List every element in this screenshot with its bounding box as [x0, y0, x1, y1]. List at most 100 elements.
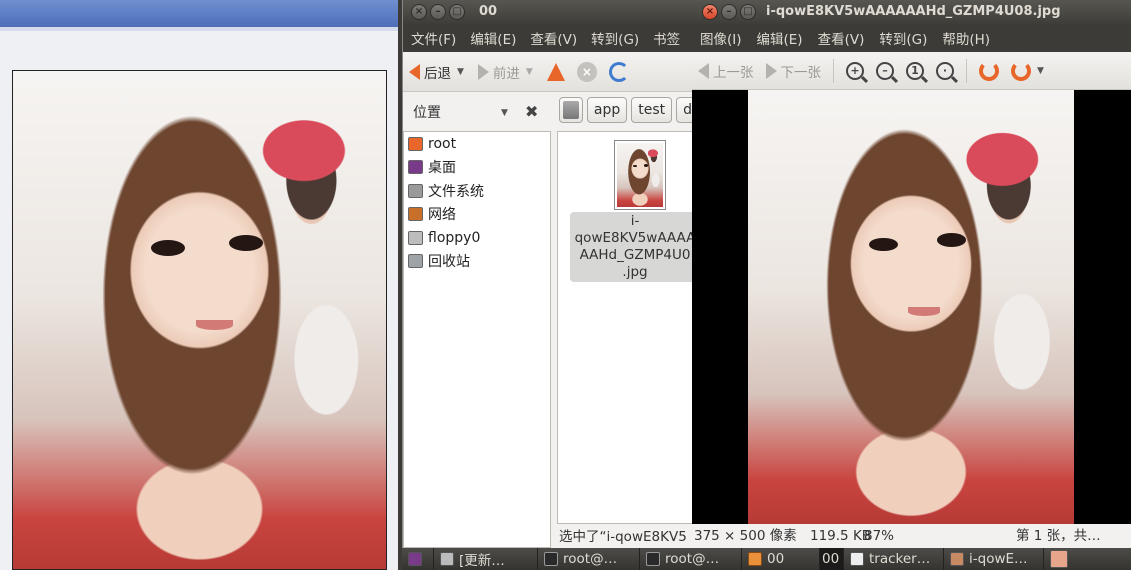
minimize-button[interactable]: –	[430, 4, 446, 20]
sidebar-item-desktop[interactable]: 桌面	[404, 156, 550, 180]
place-label: 文件系统	[428, 183, 484, 200]
file-manager-menubar: 文件(F) 编辑(E) 查看(V) 转到(G) 书签	[403, 24, 692, 52]
zoom-normal-icon: 1	[906, 61, 924, 80]
menu-edit[interactable]: 编辑(E)	[757, 28, 803, 48]
sidebar-item-network[interactable]: 网络	[404, 203, 550, 227]
menu-edit[interactable]: 编辑(E)	[470, 28, 516, 48]
taskbar-item-file-manager[interactable]: 00	[742, 548, 820, 570]
rotate-right-icon	[1011, 60, 1031, 81]
sidebar-item-root[interactable]: root	[404, 132, 550, 156]
menu-go[interactable]: 转到(G)	[879, 28, 927, 48]
places-list: root 桌面 文件系统 网络 floppy0 回收站	[403, 131, 551, 548]
displayed-image	[748, 90, 1074, 524]
zoom-normal-button[interactable]: 1	[900, 61, 930, 80]
zoom-fit-button[interactable]: ·	[930, 61, 960, 80]
file-manager-statusbar: 选中了“i-qowE8KV5	[559, 529, 687, 545]
zoom-in-button[interactable]: +	[840, 61, 870, 80]
home-icon	[408, 136, 423, 151]
sidebar-item-floppy0[interactable]: floppy0	[404, 226, 550, 250]
file-manager-window: × – □ 00 文件(F) 编辑(E) 查看(V) 转到(G) 书签 后退 ▼…	[402, 0, 699, 548]
up-button[interactable]	[541, 62, 571, 81]
taskbar-item-text-editor[interactable]: tracker…	[844, 548, 944, 570]
forward-history-dropdown-icon[interactable]: ▼	[526, 67, 533, 77]
file-manager-toolbar: 后退 ▼ 前进 ▼ ×	[403, 52, 692, 92]
sidebar-header[interactable]: 位置 ▼ ✖	[403, 93, 551, 131]
taskbar-show-desktop[interactable]	[402, 548, 434, 570]
trash-icon	[408, 254, 423, 269]
left-window-separator	[0, 27, 398, 31]
taskbar-item-label: root@…	[665, 551, 720, 567]
stop-button[interactable]: ×	[571, 61, 603, 82]
window-title: i-qowE8KV5wAAAAAAHd_GZMP4U08.jpg	[766, 4, 1061, 19]
maximize-button[interactable]: □	[449, 4, 465, 20]
image-canvas[interactable]	[692, 90, 1131, 524]
close-sidebar-icon[interactable]: ✖	[525, 102, 538, 121]
toolbar-overflow-dropdown-icon[interactable]: ▼	[1037, 66, 1044, 76]
image-viewer-window: × – □ i-qowE8KV5wAAAAAAHd_GZMP4U08.jpg 图…	[692, 0, 1131, 548]
image-thumbnail-icon	[1050, 550, 1068, 568]
menu-image[interactable]: 图像(I)	[700, 28, 742, 48]
network-icon	[408, 207, 423, 222]
image-viewer-menubar: 图像(I) 编辑(E) 查看(V) 转到(G) 帮助(H)	[692, 24, 1131, 52]
file-name-label: i-qowE8KV5wAAAA AAHd_GZMP4U0 .jpg	[570, 212, 692, 282]
image-viewer-icon	[950, 552, 964, 566]
close-button[interactable]: ×	[411, 4, 427, 20]
place-label: 回收站	[428, 254, 470, 271]
back-arrow-icon	[409, 63, 420, 80]
menu-view[interactable]: 查看(V)	[818, 28, 865, 48]
taskbar-item-label: root@…	[563, 551, 618, 567]
taskbar-item-image-thumb[interactable]	[1044, 548, 1074, 570]
back-button[interactable]: 后退	[403, 62, 457, 82]
taskbar-item-terminal-1[interactable]: root@…	[538, 548, 640, 570]
minimize-button[interactable]: –	[721, 4, 737, 20]
menu-help[interactable]: 帮助(H)	[942, 28, 990, 48]
toolbar-separator	[966, 58, 967, 83]
menu-view[interactable]: 查看(V)	[530, 28, 577, 48]
taskbar-item-workspace[interactable]: 00	[820, 548, 844, 570]
path-segment-test[interactable]: test	[631, 97, 673, 123]
zoom-out-button[interactable]: –	[870, 61, 900, 80]
stop-icon: ×	[576, 61, 597, 82]
back-history-dropdown-icon[interactable]: ▼	[457, 67, 464, 77]
forward-button[interactable]: 前进	[472, 62, 526, 82]
sidebar-item-trash[interactable]: 回收站	[404, 250, 550, 274]
place-label: 桌面	[428, 160, 456, 177]
taskbar-item-updater[interactable]: [更新…	[434, 548, 538, 570]
sidebar-item-filesystem[interactable]: 文件系统	[404, 179, 550, 203]
window-title: 00	[479, 4, 498, 19]
sidebar-mode-dropdown-icon[interactable]: ▼	[501, 108, 508, 118]
sidebar-header-label: 位置	[413, 105, 441, 121]
taskbar-item-image-viewer[interactable]: i-qowE…	[944, 548, 1044, 570]
updater-icon	[440, 552, 454, 566]
rotate-right-button[interactable]	[1005, 60, 1037, 81]
forward-label: 前进	[492, 65, 520, 82]
previous-image-button[interactable]: 上一张	[692, 61, 760, 81]
file-thumbnail	[614, 140, 666, 210]
harddisk-icon	[563, 101, 579, 119]
folder-icon	[748, 552, 762, 566]
zoom-fit-icon: ·	[936, 61, 954, 80]
taskbar-item-label: [更新…	[459, 553, 505, 569]
left-window-titlebar	[0, 0, 398, 27]
taskbar-item-label: i-qowE…	[969, 551, 1028, 567]
image-viewer-titlebar: × – □ i-qowE8KV5wAAAAAAHd_GZMP4U08.jpg	[692, 0, 1131, 24]
path-root-button[interactable]	[559, 97, 583, 123]
taskbar-item-label: tracker…	[869, 551, 931, 567]
reload-button[interactable]	[603, 61, 635, 82]
next-image-button[interactable]: 下一张	[760, 61, 828, 81]
menu-bookmarks[interactable]: 书签	[653, 28, 680, 48]
image-viewer-toolbar: 上一张 下一张 + – 1 · ▼	[692, 52, 1131, 90]
rotate-left-icon	[979, 60, 999, 81]
close-button[interactable]: ×	[702, 4, 718, 20]
text-editor-icon	[850, 552, 864, 566]
menu-file[interactable]: 文件(F)	[411, 28, 456, 48]
taskbar-item-terminal-2[interactable]: root@…	[640, 548, 742, 570]
zoom-out-icon: –	[876, 61, 894, 80]
rotate-left-button[interactable]	[973, 60, 1005, 81]
menu-go[interactable]: 转到(G)	[591, 28, 639, 48]
maximize-button[interactable]: □	[740, 4, 756, 20]
file-view[interactable]: i-qowE8KV5wAAAA AAHd_GZMP4U0 .jpg	[557, 131, 693, 524]
forward-arrow-icon	[477, 63, 489, 80]
path-segment-app[interactable]: app	[586, 97, 628, 123]
place-label: floppy0	[428, 229, 481, 246]
